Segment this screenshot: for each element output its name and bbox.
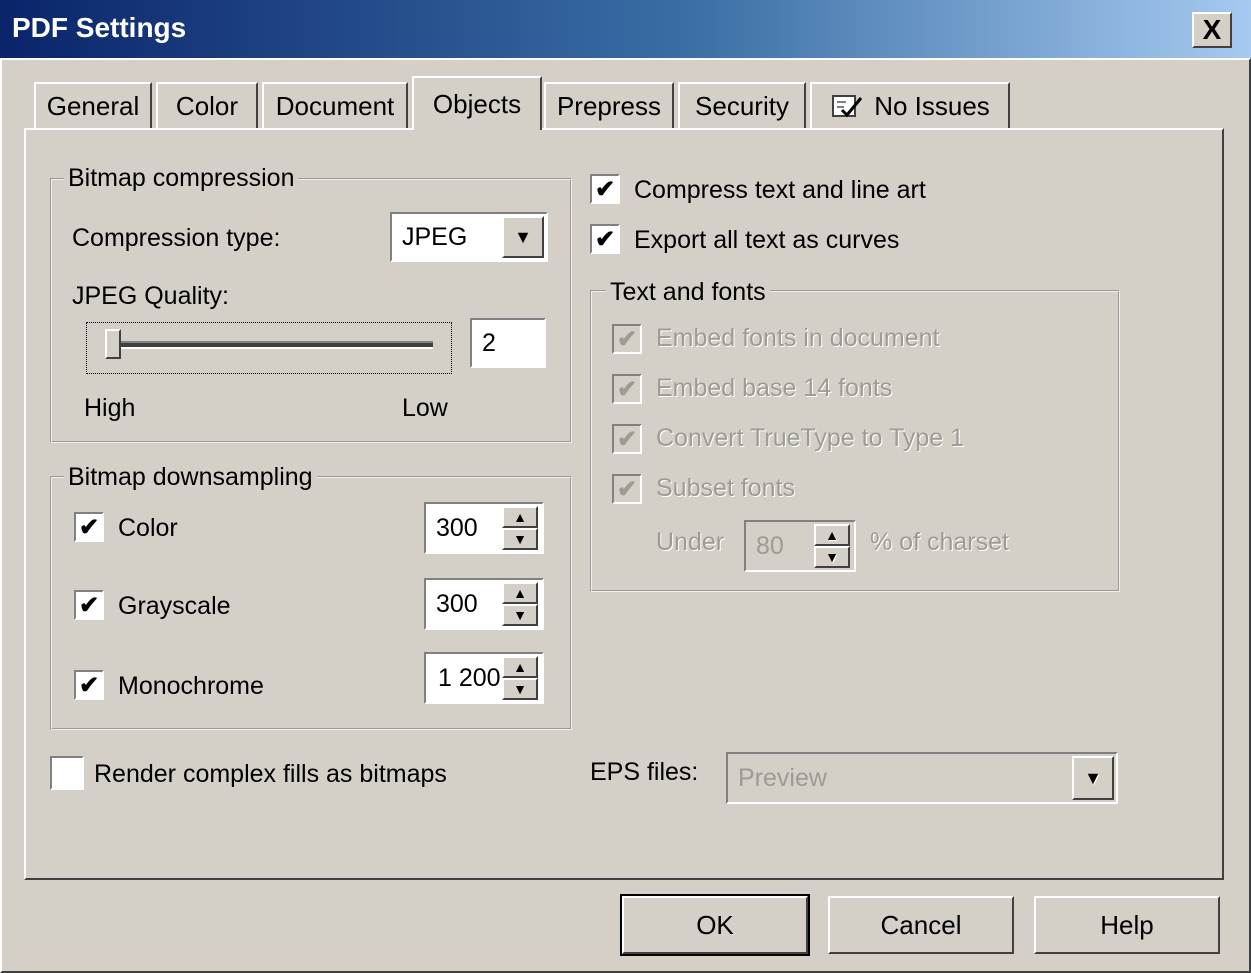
eps-files-select[interactable]: Preview (726, 752, 1118, 804)
chevron-down-icon[interactable]: ▼ (1072, 756, 1114, 800)
compression-type-value: JPEG (402, 222, 468, 251)
export-text-curves-checkbox[interactable]: ✔ (590, 224, 620, 254)
subset-fonts-checkbox[interactable]: ✔ (612, 474, 642, 504)
grayscale-stepper[interactable]: ▲ ▼ (502, 582, 538, 626)
tab-label: No Issues (874, 90, 990, 121)
compress-text-label: Compress text and line art (634, 176, 926, 204)
grayscale-checkbox[interactable]: ✔ (74, 590, 104, 620)
jpeg-quality-input[interactable]: 2 (470, 318, 546, 368)
subset-threshold-value: 80 (756, 531, 784, 560)
monochrome-checkbox[interactable]: ✔ (74, 670, 104, 700)
tab-color[interactable]: Color (156, 82, 258, 128)
color-checkbox[interactable]: ✔ (74, 512, 104, 542)
ok-button[interactable]: OK (620, 894, 810, 956)
spin-up-icon[interactable]: ▲ (502, 582, 538, 604)
group-title: Text and fonts (606, 278, 770, 307)
under-label: Under (656, 528, 725, 556)
tab-label: General (46, 90, 140, 121)
jpeg-quality-slider[interactable] (86, 322, 452, 374)
tab-label: Security (695, 90, 789, 121)
tab-document[interactable]: Document (262, 82, 408, 128)
high-label: High (84, 394, 136, 422)
window-title: PDF Settings (12, 12, 187, 43)
tab-objects[interactable]: Objects (412, 76, 542, 130)
chevron-down-icon[interactable]: ▼ (502, 216, 544, 258)
eps-files-value: Preview (738, 763, 827, 792)
jpeg-quality-label: JPEG Quality: (72, 282, 229, 310)
embed-base14-checkbox[interactable]: ✔ (612, 374, 642, 404)
grayscale-label: Grayscale (118, 592, 231, 620)
tab-no-issues[interactable]: No Issues (810, 82, 1010, 128)
close-button[interactable]: X (1192, 12, 1232, 48)
render-complex-fills-checkbox[interactable] (50, 756, 84, 790)
color-label: Color (118, 514, 178, 542)
spin-down-icon[interactable]: ▼ (814, 546, 850, 568)
title-bar (0, 0, 1251, 58)
convert-truetype-checkbox[interactable]: ✔ (612, 424, 642, 454)
spin-up-icon[interactable]: ▲ (502, 656, 538, 678)
eps-files-label: EPS files: (590, 758, 699, 786)
color-resolution-value: 300 (436, 513, 478, 542)
monochrome-resolution-value: 1 200 (438, 663, 501, 692)
embed-fonts-checkbox[interactable]: ✔ (612, 324, 642, 354)
compress-text-checkbox[interactable]: ✔ (590, 174, 620, 204)
grayscale-resolution-value: 300 (436, 589, 478, 618)
export-text-curves-label: Export all text as curves (634, 226, 900, 254)
help-button[interactable]: Help (1034, 896, 1220, 954)
jpeg-quality-value: 2 (482, 328, 496, 357)
group-title: Bitmap compression (64, 164, 299, 193)
subset-threshold-stepper[interactable]: ▲ ▼ (814, 524, 850, 568)
spin-down-icon[interactable]: ▼ (502, 528, 538, 550)
tab-security[interactable]: Security (678, 82, 806, 128)
tab-prepress[interactable]: Prepress (544, 82, 674, 128)
monochrome-label: Monochrome (118, 672, 264, 700)
spin-up-icon[interactable]: ▲ (814, 524, 850, 546)
checklist-icon (832, 95, 863, 118)
slider-track (105, 341, 433, 349)
tab-label: Document (275, 90, 395, 121)
convert-truetype-label: Convert TrueType to Type 1 (656, 424, 965, 452)
cancel-button[interactable]: Cancel (828, 896, 1014, 954)
render-complex-fills-label: Render complex fills as bitmaps (94, 760, 447, 788)
subset-fonts-label: Subset fonts (656, 474, 795, 502)
low-label: Low (402, 394, 448, 422)
embed-base14-label: Embed base 14 fonts (656, 374, 893, 402)
monochrome-stepper[interactable]: ▲ ▼ (502, 656, 538, 700)
group-title: Bitmap downsampling (64, 463, 317, 492)
color-stepper[interactable]: ▲ ▼ (502, 506, 538, 550)
spin-down-icon[interactable]: ▼ (502, 604, 538, 626)
charset-label: % of charset (870, 528, 1009, 556)
tab-label: Prepress (556, 90, 662, 121)
compression-type-label: Compression type: (72, 224, 281, 252)
embed-fonts-label: Embed fonts in document (656, 324, 940, 352)
tab-label: Color (175, 90, 239, 121)
spin-up-icon[interactable]: ▲ (502, 506, 538, 528)
tab-label: Objects (432, 88, 522, 119)
spin-down-icon[interactable]: ▼ (502, 678, 538, 700)
tab-general[interactable]: General (34, 82, 152, 128)
slider-thumb[interactable] (105, 329, 122, 359)
